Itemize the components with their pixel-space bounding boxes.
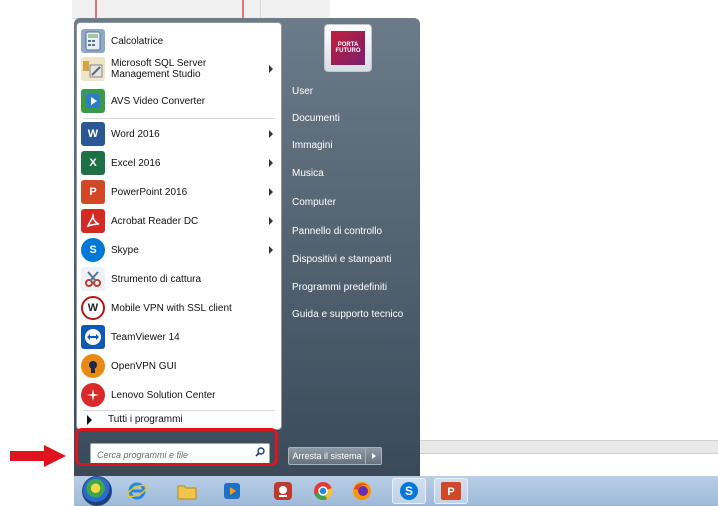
shutdown-group: Arresta il sistema <box>288 447 386 465</box>
taskbar-media-player[interactable] <box>215 478 249 504</box>
submenu-arrow-icon <box>269 217 273 225</box>
openvpn-icon <box>81 354 105 378</box>
program-item-avs-video[interactable]: AVS Video Converter <box>81 87 277 115</box>
lenovo-solution-icon <box>81 383 105 407</box>
skype-icon: S <box>400 482 418 500</box>
start-menu: Calcolatrice Microsoft SQL Server Manage… <box>74 18 420 476</box>
excel-icon: X <box>81 151 105 175</box>
watchguard-vpn-icon: W <box>81 296 105 320</box>
powerpoint-icon: P <box>81 180 105 204</box>
taskbar-file-explorer[interactable] <box>170 478 204 504</box>
submenu-arrow-icon <box>269 246 273 254</box>
program-item-acrobat[interactable]: Acrobat Reader DC <box>81 207 277 235</box>
program-item-word[interactable]: W Word 2016 <box>81 120 277 148</box>
program-label: Lenovo Solution Center <box>111 389 216 401</box>
word-icon: W <box>81 122 105 146</box>
program-item-calcolatrice[interactable]: Calcolatrice <box>81 27 277 55</box>
shutdown-button[interactable]: Arresta il sistema <box>288 447 366 465</box>
avs-video-icon <box>81 89 105 113</box>
sql-server-icon <box>81 57 105 81</box>
program-label: Calcolatrice <box>111 35 164 47</box>
taskbar-chrome[interactable] <box>306 478 340 504</box>
app-red-icon <box>274 482 292 500</box>
program-label: Mobile VPN with SSL client <box>111 302 232 314</box>
media-player-icon <box>224 483 240 499</box>
program-item-excel[interactable]: X Excel 2016 <box>81 149 277 177</box>
background-window <box>72 0 330 19</box>
submenu-arrow-icon <box>269 188 273 196</box>
snipping-tool-icon <box>81 267 105 291</box>
acrobat-icon <box>81 209 105 233</box>
red-arrow-icon <box>10 445 66 467</box>
chrome-icon <box>314 482 333 500</box>
separator <box>83 410 275 411</box>
search-highlight-frame <box>75 428 278 466</box>
right-item-guida-e-supporto[interactable]: Guida e supporto tecnico <box>292 309 403 320</box>
windows-start-orb-icon[interactable] <box>82 476 112 506</box>
program-label: TeamViewer 14 <box>111 331 180 343</box>
user-picture[interactable]: PORTA FUTURO <box>324 24 372 72</box>
program-label: PowerPoint 2016 <box>111 186 188 198</box>
submenu-arrow-icon <box>269 159 273 167</box>
internet-explorer-icon <box>127 482 147 500</box>
skype-icon: S <box>81 238 105 262</box>
program-label: Strumento di cattura <box>111 273 202 285</box>
right-item-documenti[interactable]: Documenti <box>292 113 340 124</box>
background-red-line <box>95 0 97 18</box>
program-item-snipping-tool[interactable]: Strumento di cattura <box>81 265 277 293</box>
chevron-right-icon <box>371 453 376 459</box>
calculator-icon <box>81 29 105 53</box>
program-item-openvpn[interactable]: OpenVPN GUI <box>81 352 277 380</box>
program-label: Skype <box>111 244 139 256</box>
right-item-user[interactable]: User <box>292 86 313 97</box>
all-programs-link[interactable]: Tutti i programmi <box>87 414 183 425</box>
programs-pane: Calcolatrice Microsoft SQL Server Manage… <box>76 22 282 430</box>
right-item-programmi-predefiniti[interactable]: Programmi predefiniti <box>292 282 387 293</box>
taskbar: S P <box>74 476 718 506</box>
file-explorer-icon <box>177 485 197 500</box>
program-item-mobile-vpn[interactable]: W Mobile VPN with SSL client <box>81 294 277 322</box>
right-item-pannello-di-controllo[interactable]: Pannello di controllo <box>292 226 382 237</box>
taskbar-skype[interactable]: S <box>392 478 426 504</box>
powerpoint-icon: P <box>441 482 461 500</box>
program-label: Acrobat Reader DC <box>111 215 199 227</box>
svg-text:P: P <box>447 486 454 498</box>
program-label: Excel 2016 <box>111 157 161 169</box>
all-programs-label: Tutti i programmi <box>108 414 183 425</box>
right-item-musica[interactable]: Musica <box>292 168 324 179</box>
right-item-immagini[interactable]: Immagini <box>292 140 333 151</box>
background-red-line <box>242 0 244 18</box>
shutdown-options-button[interactable] <box>366 447 382 465</box>
program-label: Microsoft SQL Server Management Studio <box>111 58 207 80</box>
submenu-arrow-icon <box>269 130 273 138</box>
taskbar-powerpoint[interactable]: P <box>434 478 468 504</box>
program-label: Word 2016 <box>111 128 160 140</box>
background-divider <box>260 0 261 18</box>
program-item-powerpoint[interactable]: P PowerPoint 2016 <box>81 178 277 206</box>
program-item-lenovo-solution-center[interactable]: Lenovo Solution Center <box>81 381 277 409</box>
right-item-dispositivi-e-stampanti[interactable]: Dispositivi e stampanti <box>292 254 391 265</box>
firefox-icon <box>353 482 371 500</box>
teamviewer-icon <box>81 325 105 349</box>
program-item-teamviewer[interactable]: TeamViewer 14 <box>81 323 277 351</box>
program-item-skype[interactable]: S Skype <box>81 236 277 264</box>
taskbar-red-app[interactable] <box>266 478 300 504</box>
right-item-computer[interactable]: Computer <box>292 197 336 208</box>
program-label: AVS Video Converter <box>111 95 206 107</box>
background-window-strip <box>418 440 718 454</box>
svg-text:S: S <box>405 484 413 498</box>
taskbar-firefox[interactable] <box>345 478 379 504</box>
user-picture-logo: PORTA FUTURO <box>331 31 365 65</box>
program-item-sql-server[interactable]: Microsoft SQL Server Management Studio <box>81 55 277 83</box>
separator <box>83 118 275 119</box>
program-label: OpenVPN GUI <box>111 360 177 372</box>
taskbar-internet-explorer[interactable] <box>120 478 154 504</box>
submenu-arrow-icon <box>269 65 273 73</box>
expand-arrow-icon <box>87 414 92 425</box>
